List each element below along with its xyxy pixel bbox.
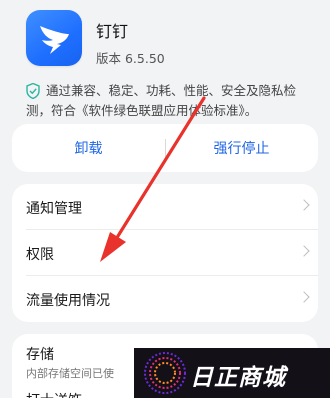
app-version: 版本 6.5.50 [96,51,165,66]
settings-row-data-usage[interactable]: 流量使用情况 [12,276,318,322]
watermark: 日正商城 [134,348,330,398]
settings-row-label: 通知管理 [26,201,82,217]
security-note-line: 测，符合《软件绿色联盟应用体验标准》。 [26,103,258,118]
watermark-logo-icon [144,352,186,394]
watermark-text: 日正商城 [190,365,286,391]
settings-row-label: 权限 [26,247,54,263]
chevron-right-icon [298,199,310,211]
dingtalk-app-icon [26,10,82,66]
uninstall-button[interactable]: 卸载 [12,124,165,172]
settings-row-permissions[interactable]: 权限 [12,230,318,276]
chevron-right-icon [298,245,310,257]
settings-row-notifications[interactable]: 通知管理 [12,184,318,230]
app-name: 钉钉 [96,22,129,41]
security-note-line: 通过兼容、稳定、功耗、性能、安全及隐私检 [46,83,297,98]
next-item-partial: 打士送饰 [26,390,82,398]
security-note: 通过兼容、稳定、功耗、性能、安全及隐私检 测，符合《软件绿色联盟应用体验标准》。 [26,81,316,121]
settings-list: 通知管理 权限 流量使用情况 [12,184,318,322]
storage-subtitle: 内部存储空间已使 [26,367,114,380]
app-header: 钉钉 版本 6.5.50 [26,10,306,66]
chevron-right-icon [298,291,310,303]
shield-check-icon [26,83,40,99]
force-stop-button[interactable]: 强行停止 [165,124,318,172]
action-buttons: 卸载 强行停止 [12,124,318,172]
storage-title: 存储 [26,347,54,363]
settings-row-label: 流量使用情况 [26,293,110,309]
